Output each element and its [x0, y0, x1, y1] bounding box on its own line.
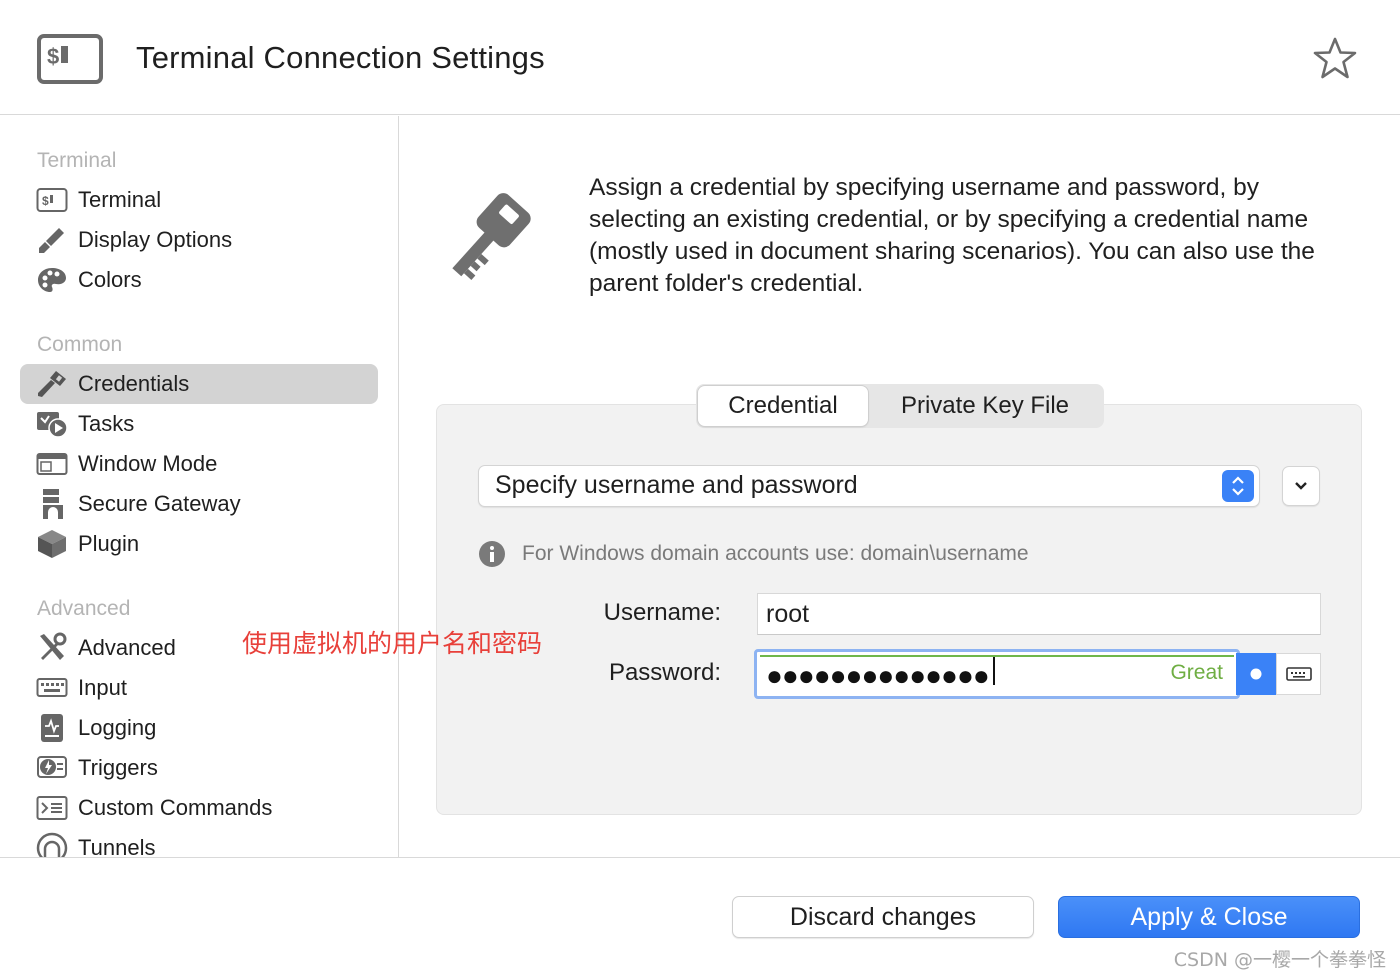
sidebar-item-label: Display Options: [78, 227, 233, 252]
domain-hint: For Windows domain accounts use: domain\…: [522, 542, 1029, 565]
palette-icon: [35, 265, 69, 295]
sidebar-item-label: Input: [78, 675, 127, 700]
gateway-icon: [35, 489, 69, 519]
text-caret: [993, 657, 995, 685]
discard-changes-button[interactable]: Discard changes: [732, 896, 1034, 938]
sidebar-item-input[interactable]: Input: [20, 668, 378, 708]
key-icon: [35, 369, 69, 399]
sidebar-item-label: Logging: [78, 715, 157, 740]
favorite-star-icon[interactable]: [1312, 36, 1358, 80]
apply-close-button[interactable]: Apply & Close: [1058, 896, 1360, 938]
page-title: Terminal Connection Settings: [136, 40, 545, 75]
keyboard-icon: [35, 673, 69, 703]
tab-credential[interactable]: Credential: [698, 386, 868, 426]
sidebar-item-label: Colors: [78, 267, 142, 292]
window-header: $ Terminal Connection Settings: [0, 0, 1400, 115]
credentials-pane: Assign a credential by specifying userna…: [400, 116, 1400, 857]
sidebar-item-triggers[interactable]: Triggers: [20, 748, 378, 788]
tab-private-key-file[interactable]: Private Key File: [868, 386, 1102, 426]
watermark: CSDN @一樱一个拳拳怪: [1173, 949, 1386, 971]
svg-text:$: $: [42, 194, 49, 208]
command-icon: [35, 793, 69, 823]
sidebar-section-terminal: Terminal: [37, 149, 117, 172]
sidebar: Terminal $ Terminal Display Options Colo…: [0, 116, 399, 857]
password-field[interactable]: ●●●●●●●●●●●●●● Great: [754, 649, 1240, 699]
sidebar-item-tunnels[interactable]: Tunnels: [20, 828, 378, 857]
show-password-toggle[interactable]: [1236, 653, 1276, 695]
password-dots: ●●●●●●●●●●●●●●: [760, 655, 1234, 693]
tunnel-icon: [35, 832, 69, 857]
sidebar-item-label: Custom Commands: [78, 795, 273, 820]
sidebar-item-label: Triggers: [78, 755, 158, 780]
username-field[interactable]: [757, 593, 1321, 635]
sidebar-item-label: Credentials: [78, 371, 190, 396]
credential-options-button[interactable]: [1282, 466, 1320, 506]
sidebar-item-tasks[interactable]: Tasks: [20, 404, 378, 444]
sidebar-section-advanced: Advanced: [37, 597, 131, 620]
select-stepper-icon: [1222, 470, 1254, 502]
password-strength: Great: [1170, 661, 1223, 684]
dot-icon: [1250, 668, 1262, 680]
svg-text:$: $: [47, 44, 59, 69]
credential-mode-select[interactable]: Specify username and password: [478, 465, 1260, 507]
sidebar-item-label: Advanced: [78, 635, 176, 660]
terminal-icon: $: [37, 34, 103, 84]
sidebar-item-colors[interactable]: Colors: [20, 260, 378, 300]
tools-icon: [35, 632, 69, 663]
sidebar-item-terminal[interactable]: $ Terminal: [20, 180, 378, 220]
sidebar-item-logging[interactable]: Logging: [20, 708, 378, 748]
sidebar-item-label: Tasks: [78, 411, 135, 436]
dialog-footer: Discard changes Apply & Close CSDN @一樱一个…: [0, 857, 1400, 978]
credentials-description: Assign a credential by specifying userna…: [589, 174, 1315, 297]
sidebar-item-display-options[interactable]: Display Options: [20, 220, 378, 260]
trigger-icon: [35, 753, 69, 783]
sidebar-section-common: Common: [37, 333, 123, 356]
sidebar-item-plugin[interactable]: Plugin: [20, 524, 378, 564]
sidebar-item-credentials[interactable]: Credentials: [20, 364, 378, 404]
sidebar-item-custom-commands[interactable]: Custom Commands: [20, 788, 378, 828]
key-icon: [452, 193, 531, 280]
sidebar-item-label: Window Mode: [78, 451, 218, 476]
annotation-note: 使用虚拟机的用户名和密码: [242, 629, 543, 658]
settings-window: $ Terminal Connection Settings Terminal …: [0, 0, 1400, 978]
sidebar-item-window-mode[interactable]: Window Mode: [20, 444, 378, 484]
sidebar-item-label: Plugin: [78, 531, 140, 556]
sidebar-item-label: Tunnels: [78, 835, 156, 857]
tasks-icon: [35, 409, 69, 439]
sidebar-item-secure-gateway[interactable]: Secure Gateway: [20, 484, 378, 524]
window-icon: [35, 449, 69, 479]
log-icon: [35, 713, 69, 743]
credential-mode-value: Specify username and password: [495, 471, 858, 499]
info-icon: [479, 541, 505, 567]
password-label: Password:: [608, 659, 721, 686]
terminal-icon: $: [35, 185, 69, 215]
cube-icon: [35, 529, 69, 559]
credential-tab-control: Credential Private Key File: [696, 384, 1104, 428]
brush-icon: [35, 225, 69, 255]
sidebar-item-label: Terminal: [78, 187, 162, 212]
sidebar-item-label: Secure Gateway: [78, 491, 241, 516]
username-label: Username:: [603, 599, 721, 626]
chevron-down-icon: [1295, 482, 1307, 490]
password-keyboard-button[interactable]: [1276, 653, 1321, 695]
keyboard-icon: [1285, 667, 1312, 681]
